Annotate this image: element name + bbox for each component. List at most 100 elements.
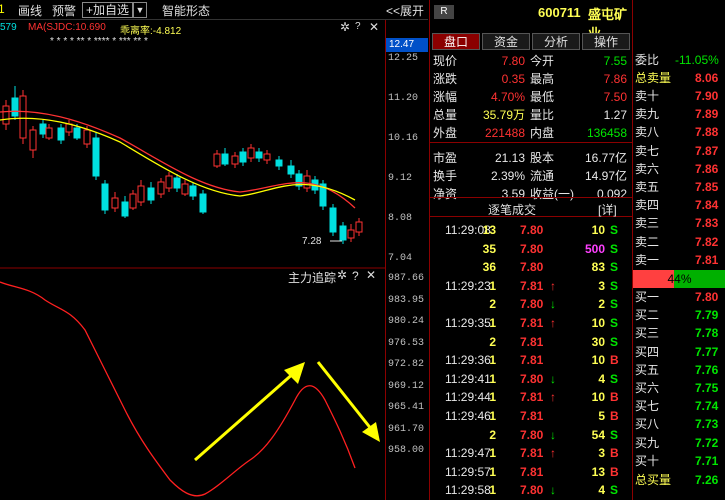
tab-funds[interactable]: 资金 [482, 33, 530, 50]
trade-row: 11:29:46 1 7.81 5 B [430, 408, 633, 425]
trade-row: 11:29:23 1 7.81 ↑ 3 S [430, 278, 633, 295]
buy-level-label: 买六 [635, 381, 660, 395]
sell-level-price: 7.89 [695, 107, 719, 122]
trade-price: 7.80 [520, 260, 544, 275]
buy-level[interactable]: 买八 7.73 [633, 416, 725, 433]
sell-level[interactable]: 卖五 7.85 [633, 179, 725, 196]
sell-level[interactable]: 卖二 7.82 [633, 234, 725, 251]
trades-detail-link[interactable]: [详] [598, 201, 617, 218]
trade-side: S [610, 241, 619, 256]
sell-level-price: 7.82 [695, 234, 719, 249]
draw-line-button[interactable]: 画线 [18, 2, 42, 19]
low-price-label: 7.28 [302, 236, 322, 247]
quote-label: 今开 [530, 54, 555, 68]
chevron-down-icon[interactable]: ▼ [133, 2, 147, 18]
trade-vol: 1 [489, 446, 496, 461]
sell-level[interactable]: 卖六 7.86 [633, 161, 725, 178]
price-tick: 12.25 [388, 53, 419, 64]
trade-qty: 2 [598, 297, 605, 312]
sell-level-label: 卖四 [635, 198, 660, 213]
buy-level[interactable]: 买六 7.75 [633, 380, 725, 397]
alert-button[interactable]: 预警 [52, 2, 76, 19]
candle [173, 177, 181, 189]
trade-qty: 4 [598, 371, 605, 386]
add-watchlist-button[interactable]: +加自选 [82, 2, 134, 18]
buy-level[interactable]: 买十 7.71 [633, 453, 725, 470]
trade-time: 11:29:36 [445, 353, 491, 368]
candle [339, 225, 347, 241]
order-ratio-label: 委比 [635, 53, 660, 67]
price-tick: 11.20 [388, 93, 419, 104]
quote-panel: R 600711 盛屯矿业 盘口 资金 分析 操作 现价7.80今开7.55涨跌… [429, 0, 633, 500]
help-icon[interactable]: ? [352, 269, 359, 283]
quote-value: 4.70% [490, 90, 525, 104]
buy-level[interactable]: 买一 7.80 [633, 289, 725, 306]
candle [45, 127, 53, 139]
quote-label: 换手 [433, 169, 458, 183]
candle [73, 127, 81, 139]
sell-level[interactable]: 卖七 7.87 [633, 143, 725, 160]
sell-level[interactable]: 卖八 7.88 [633, 124, 725, 141]
sell-level[interactable]: 卖九 7.89 [633, 106, 725, 123]
candle [263, 153, 271, 161]
tab-operation[interactable]: 操作 [582, 33, 630, 50]
sell-level-label: 卖三 [635, 216, 660, 231]
sell-level[interactable]: 卖三 7.83 [633, 215, 725, 232]
sell-level-price: 7.83 [695, 216, 719, 231]
quote-label: 股本 [530, 151, 555, 165]
lower-tick: 980.24 [388, 316, 425, 327]
quote-value: 7.80 [501, 54, 525, 68]
arrow-down-head [362, 422, 380, 442]
buy-level[interactable]: 买七 7.74 [633, 398, 725, 415]
trade-side: S [610, 316, 619, 330]
ma-line-red [0, 110, 356, 209]
buy-level-price: 7.73 [695, 417, 719, 432]
buy-level[interactable]: 买五 7.76 [633, 362, 725, 379]
settings-icon[interactable]: ✲ [337, 268, 347, 282]
quote-row: 涨幅 4.70% 最低 7.50 [430, 89, 633, 106]
sell-level[interactable]: 卖四 7.84 [633, 197, 725, 214]
sell-level-label: 卖十 [635, 89, 660, 103]
trade-price: 7.81 [520, 390, 544, 405]
total-sell-row: 总卖量 8.06 [633, 70, 725, 87]
trade-qty: 5 [598, 409, 605, 423]
quote-label: 最高 [530, 72, 555, 86]
buy-level-price: 7.79 [695, 308, 719, 323]
buy-level-price: 7.78 [695, 326, 719, 341]
buy-level[interactable]: 买二 7.79 [633, 307, 725, 324]
sell-level-price: 7.87 [695, 143, 719, 158]
quote-label: 总量 [433, 108, 458, 122]
trade-arrow-icon: ↑ [550, 390, 556, 405]
quote-value: 35.79万 [482, 108, 525, 122]
buy-level-label: 买八 [635, 417, 660, 432]
buy-level-price: 7.75 [695, 381, 719, 395]
close-icon[interactable]: ✕ [366, 268, 376, 282]
candle [39, 123, 47, 135]
buy-level[interactable]: 买九 7.72 [633, 435, 725, 452]
candle [121, 201, 129, 217]
trade-vol: 1 [489, 409, 496, 423]
smart-shape-button[interactable]: 智能形态 [162, 2, 210, 19]
trade-qty: 3 [598, 278, 605, 293]
sell-level[interactable]: 卖一 7.81 [633, 252, 725, 269]
lower-tick: 972.82 [388, 359, 425, 370]
trade-qty: 500 [584, 241, 605, 256]
trade-side: S [610, 297, 619, 312]
tab-analysis[interactable]: 分析 [532, 33, 580, 50]
buy-level-label: 买五 [635, 362, 660, 377]
sell-level[interactable]: 卖十 7.90 [633, 88, 725, 105]
sell-level-label: 卖二 [635, 234, 660, 249]
quote-label: 外盘 [433, 126, 458, 140]
candle [199, 193, 207, 213]
buy-level[interactable]: 买四 7.77 [633, 344, 725, 361]
trade-row: 2 7.80 ↓ 2 S [430, 296, 633, 313]
expand-button[interactable]: <<展开 [386, 2, 424, 19]
trade-side: B [610, 409, 619, 423]
buy-level[interactable]: 买三 7.78 [633, 325, 725, 342]
trade-row: 11:29:58 1 7.80 ↓ 4 S [430, 482, 633, 499]
trade-vol: 1 [489, 390, 496, 405]
tab-order[interactable]: 盘口 [432, 33, 480, 50]
candle [57, 127, 65, 141]
trade-time: 11:29:44 [445, 390, 491, 405]
sell-level-label: 卖八 [635, 125, 660, 140]
